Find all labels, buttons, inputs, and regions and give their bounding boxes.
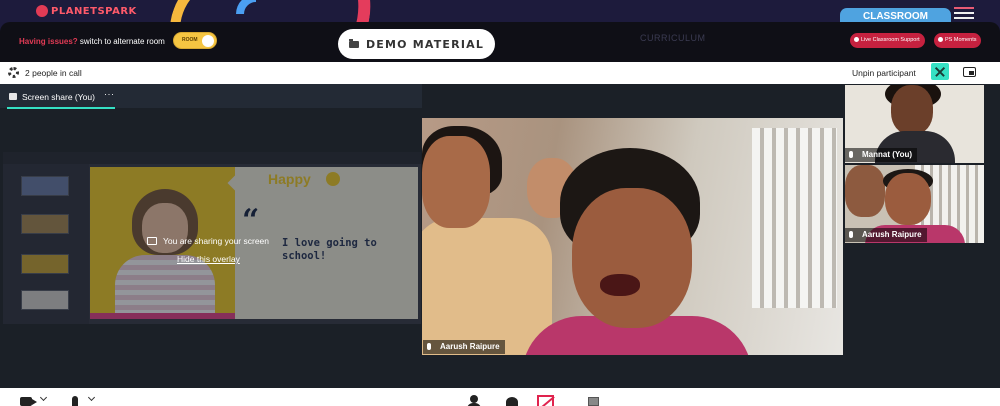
issues-label: Having issues? <box>19 37 78 46</box>
people-count: 2 people in call <box>25 68 82 78</box>
demo-material-label: DEMO MATERIAL <box>365 37 485 51</box>
gear-icon[interactable] <box>8 67 19 78</box>
present-screen-icon <box>147 237 157 245</box>
screen-share-label: Screen share (You) <box>22 92 95 102</box>
alternate-room-toggle[interactable]: ROOM <box>173 32 217 49</box>
more-options-icon[interactable] <box>588 397 599 406</box>
hide-overlay-link[interactable]: Hide this overlay <box>177 254 240 264</box>
participant-figure <box>422 136 490 228</box>
live-classroom-support-button[interactable]: Live Classroom Support <box>850 33 925 48</box>
participant-figure <box>600 274 640 296</box>
picture-in-picture-icon[interactable] <box>963 67 976 77</box>
live-support-label: Live Classroom Support <box>861 37 920 43</box>
more-options-icon[interactable]: ··· <box>104 89 115 99</box>
participant-name: Mannat (You) <box>862 150 913 159</box>
participants-icon[interactable] <box>467 395 481 406</box>
hamburger-menu-icon[interactable] <box>954 7 974 19</box>
brand-name: PLANETSPARK <box>51 6 137 17</box>
participant-name-tag: Mannat (You) <box>845 148 918 162</box>
participant-figure <box>845 165 885 217</box>
moments-icon <box>938 37 943 43</box>
stop-share-icon[interactable] <box>537 395 554 406</box>
call-controls <box>0 388 1000 406</box>
rocket-icon <box>36 5 48 17</box>
main-participant-video[interactable] <box>422 118 843 355</box>
call-bar <box>0 62 1000 84</box>
microphone-icon <box>849 151 853 159</box>
planetspark-logo[interactable]: PLANETSPARK <box>36 5 137 17</box>
ps-moments-button[interactable]: PS Moments <box>934 33 982 48</box>
support-icon <box>854 37 859 43</box>
unpin-participant-label: Unpin participant <box>852 68 916 78</box>
video-background <box>752 128 837 308</box>
toggle-knob <box>202 35 214 47</box>
participant-figure <box>572 188 692 328</box>
classroom-app: PLANETSPARK CLASSROOM Having issues? swi… <box>0 0 1000 406</box>
demo-material-button[interactable]: DEMO MATERIAL <box>338 29 495 59</box>
unpin-icon[interactable] <box>931 63 949 80</box>
participant-name: Aarush Raipure <box>440 342 500 351</box>
folder-icon <box>348 38 359 48</box>
microphone-icon <box>427 343 431 351</box>
microphone-icon[interactable] <box>72 396 78 406</box>
active-tab-indicator <box>7 107 115 109</box>
participant-name-tag: Aarush Raipure <box>845 228 927 242</box>
toggle-label: ROOM <box>182 37 198 43</box>
microphone-icon <box>849 231 853 239</box>
screen-share-icon <box>9 93 17 100</box>
issues-message: Having issues? switch to alternate room <box>19 37 165 46</box>
ps-moments-label: PS Moments <box>945 37 977 43</box>
curriculum-link[interactable]: CURRICULUM <box>640 33 706 43</box>
camera-icon[interactable] <box>20 397 37 406</box>
participant-figure <box>891 85 933 135</box>
sharing-status-text: You are sharing your screen <box>163 236 270 246</box>
participant-figure <box>885 173 931 225</box>
alternate-room-link[interactable]: switch to alternate room <box>80 37 165 46</box>
participant-figure <box>422 218 552 355</box>
participant-name: Aarush Raipure <box>862 230 922 239</box>
chat-icon[interactable] <box>506 397 518 406</box>
participant-name-tag: Aarush Raipure <box>423 340 505 354</box>
